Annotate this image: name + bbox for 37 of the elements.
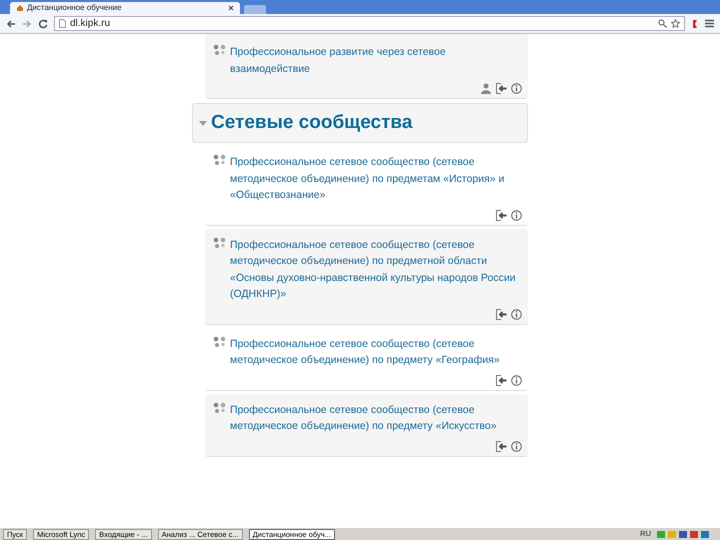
enter-icon[interactable] [496,440,507,452]
section-header[interactable]: Сетевые сообщества [192,103,528,143]
star-icon[interactable] [671,19,680,28]
zoom-icon [658,19,667,28]
browser-tab[interactable]: Дистанционное обучение [10,2,240,14]
network-icon [213,236,226,248]
activity-link[interactable]: Профессиональное сетевое сообщество (сетевое методическое объединение) по предметной области «Основы духовно-нравственной культуры народов России (ОДНКНР)» [230,236,522,302]
menu-icon[interactable] [705,19,714,28]
enter-icon[interactable] [496,210,507,220]
enter-icon[interactable] [496,308,507,320]
network-icon [213,154,226,165]
activity-link[interactable]: Профессиональное сетевое сообщество (сетевое методическое объединение) по предмету «Искусство» [230,402,522,434]
back-icon[interactable] [6,18,16,28]
address-bar[interactable]: dl.kipk.ru [54,16,685,31]
enter-icon[interactable] [496,374,507,386]
house-icon [16,4,24,12]
close-icon[interactable] [228,5,234,11]
section-title: Сетевые сообщества [211,111,412,135]
activity-link[interactable]: Профессиональное развитие через сетевое взаимодействие [230,44,522,77]
extension-icon[interactable] [691,18,699,28]
person-icon[interactable] [481,83,492,94]
activity-link[interactable]: Профессиональное сетевое сообщество (сетевое методическое объединение) по предмету «География» [230,336,522,368]
page-icon [59,19,66,28]
tab-title: Дистанционное обучение [27,2,123,14]
url-text: dl.kipk.ru [70,17,112,30]
caret-down-icon[interactable] [198,119,208,127]
reload-icon[interactable] [38,18,48,28]
info-icon[interactable] [511,374,522,386]
network-icon [213,402,226,412]
activity-link[interactable]: Профессиональное сетевое сообщество (сетевое методическое объединение) по предметам «История» и «Обществознание» [230,154,522,204]
network-icon [213,44,226,55]
network-icon [213,336,226,346]
info-icon[interactable] [511,308,522,320]
info-icon[interactable] [511,210,522,220]
info-icon[interactable] [511,440,522,452]
info-icon[interactable] [511,83,522,94]
enter-icon[interactable] [496,83,507,94]
